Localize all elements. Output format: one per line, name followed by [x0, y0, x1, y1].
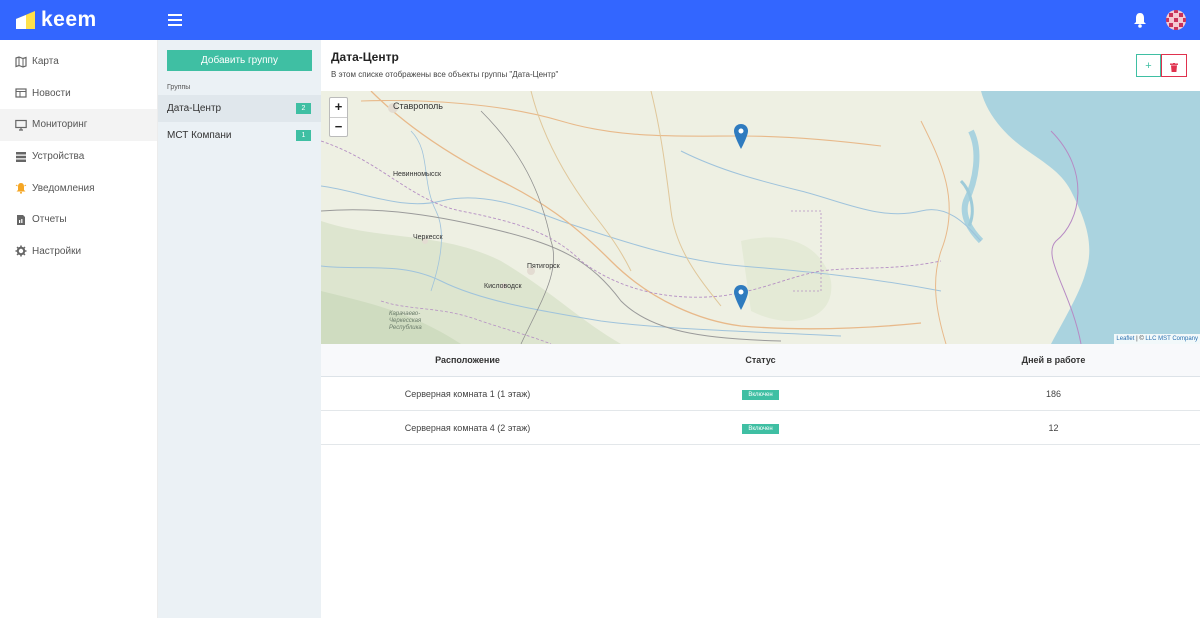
- delete-group-button[interactable]: [1161, 54, 1187, 77]
- map-label-kchr-line2: Черкесская: [389, 318, 422, 324]
- bell-icon: [15, 183, 27, 194]
- menu-toggle-icon[interactable]: [168, 14, 182, 26]
- add-object-button[interactable]: +: [1136, 54, 1161, 77]
- sidebar-item-label: Мониторинг: [32, 119, 88, 131]
- group-item-mst-company[interactable]: МСТ Компани 1: [158, 122, 321, 149]
- column-header-location[interactable]: Расположение: [321, 355, 614, 365]
- status-badge: Включен: [742, 423, 779, 434]
- map-label-cherkessk: Черкесск: [413, 234, 443, 241]
- zoom-out-button[interactable]: −: [330, 117, 347, 136]
- cell-location: Серверная комната 4 (2 этаж): [404, 422, 531, 433]
- main-sidebar: Карта Новости Мониторинг Устройства Увед…: [0, 40, 158, 618]
- top-bar: keem: [0, 0, 1200, 40]
- notifications-bell-icon[interactable]: [1133, 12, 1147, 28]
- attribution-separator: | ©: [1134, 336, 1146, 342]
- logo-icon: [16, 11, 35, 29]
- groups-panel: Добавить группу Группы Дата-Центр 2 МСТ …: [158, 40, 321, 618]
- table-row[interactable]: Серверная комната 4 (2 этаж) Включен 12: [321, 411, 1200, 445]
- column-header-days[interactable]: Дней в работе: [907, 355, 1200, 365]
- map-label-kchr-line1: Карачаево-: [389, 311, 421, 317]
- devices-icon: [16, 151, 26, 162]
- map-label-kislovodsk: Кисловодск: [484, 283, 522, 290]
- objects-table: Расположение Статус Дней в работе Сервер…: [321, 344, 1200, 445]
- map-attribution: Leaflet | © LLC MST Company: [1114, 334, 1200, 344]
- logo[interactable]: keem: [16, 9, 97, 31]
- group-name: Дата-Центр: [167, 103, 222, 114]
- map-tiles: [321, 91, 1200, 344]
- trash-icon: [1170, 62, 1178, 72]
- map-marker-icon[interactable]: [734, 285, 748, 310]
- map-label-nevinnomyssk: Невинномысск: [393, 171, 442, 178]
- map-zoom-control: + −: [329, 97, 348, 137]
- sidebar-item-monitoring[interactable]: Мониторинг: [0, 109, 157, 141]
- user-avatar[interactable]: [1166, 10, 1186, 30]
- add-group-button[interactable]: Добавить группу: [167, 50, 312, 71]
- sidebar-item-label: Новости: [32, 87, 71, 99]
- sidebar-item-label: Отчеты: [32, 214, 67, 226]
- map-label-pyatigorsk: Пятигорск: [527, 263, 560, 270]
- main-content: Дата-Центр В этом списке отображены все …: [321, 40, 1200, 618]
- map-view[interactable]: + − Ставрополь Невинномысск Черкесск Пят…: [321, 91, 1200, 344]
- cell-days: 186: [1045, 388, 1062, 399]
- sidebar-item-notifications[interactable]: Уведомления: [0, 172, 157, 204]
- page-subtitle: В этом списке отображены все объекты гру…: [331, 70, 559, 79]
- group-name: МСТ Компани: [167, 130, 232, 141]
- cell-status: Включен: [614, 388, 907, 400]
- sidebar-item-reports[interactable]: Отчеты: [0, 204, 157, 236]
- sidebar-item-map[interactable]: Карта: [0, 46, 157, 78]
- leaflet-link[interactable]: Leaflet: [1116, 336, 1134, 342]
- sidebar-item-label: Уведомления: [32, 182, 95, 194]
- map-icon: [15, 56, 27, 68]
- report-icon: [17, 214, 25, 225]
- sidebar-item-label: Карта: [32, 56, 59, 68]
- group-count-badge: 1: [296, 130, 311, 141]
- table-header: Расположение Статус Дней в работе: [321, 344, 1200, 377]
- monitor-icon: [15, 119, 27, 131]
- group-item-data-center[interactable]: Дата-Центр 2: [158, 95, 321, 122]
- map-label-kchr-line3: Республика: [389, 325, 422, 331]
- app-name: keem: [41, 8, 97, 31]
- zoom-in-button[interactable]: +: [330, 98, 347, 117]
- table-row[interactable]: Серверная комната 1 (1 этаж) Включен 186: [321, 377, 1200, 411]
- column-header-status[interactable]: Статус: [614, 355, 907, 365]
- gear-icon: [15, 245, 27, 257]
- cell-location: Серверная комната 1 (1 этаж): [404, 388, 531, 399]
- map-marker-icon[interactable]: [734, 124, 748, 149]
- page-title: Дата-Центр: [331, 50, 399, 64]
- groups-section-label: Группы: [167, 84, 191, 91]
- sidebar-item-settings[interactable]: Настройки: [0, 236, 157, 268]
- avatar-pattern-icon: [1166, 10, 1186, 30]
- group-count-badge: 2: [296, 103, 311, 114]
- sidebar-item-label: Устройства: [32, 151, 85, 163]
- provider-link[interactable]: LLC MST Company: [1145, 336, 1198, 342]
- map-label-kchr: Карачаево- Черкесская Республика: [389, 311, 422, 332]
- cell-days: 12: [1048, 422, 1059, 433]
- map-label-stavropol: Ставрополь: [393, 101, 443, 111]
- sidebar-item-news[interactable]: Новости: [0, 78, 157, 110]
- news-icon: [15, 88, 27, 98]
- cell-status: Включен: [614, 422, 907, 434]
- sidebar-item-label: Настройки: [32, 245, 82, 257]
- sidebar-item-devices[interactable]: Устройства: [0, 141, 157, 173]
- status-badge: Включен: [742, 389, 779, 400]
